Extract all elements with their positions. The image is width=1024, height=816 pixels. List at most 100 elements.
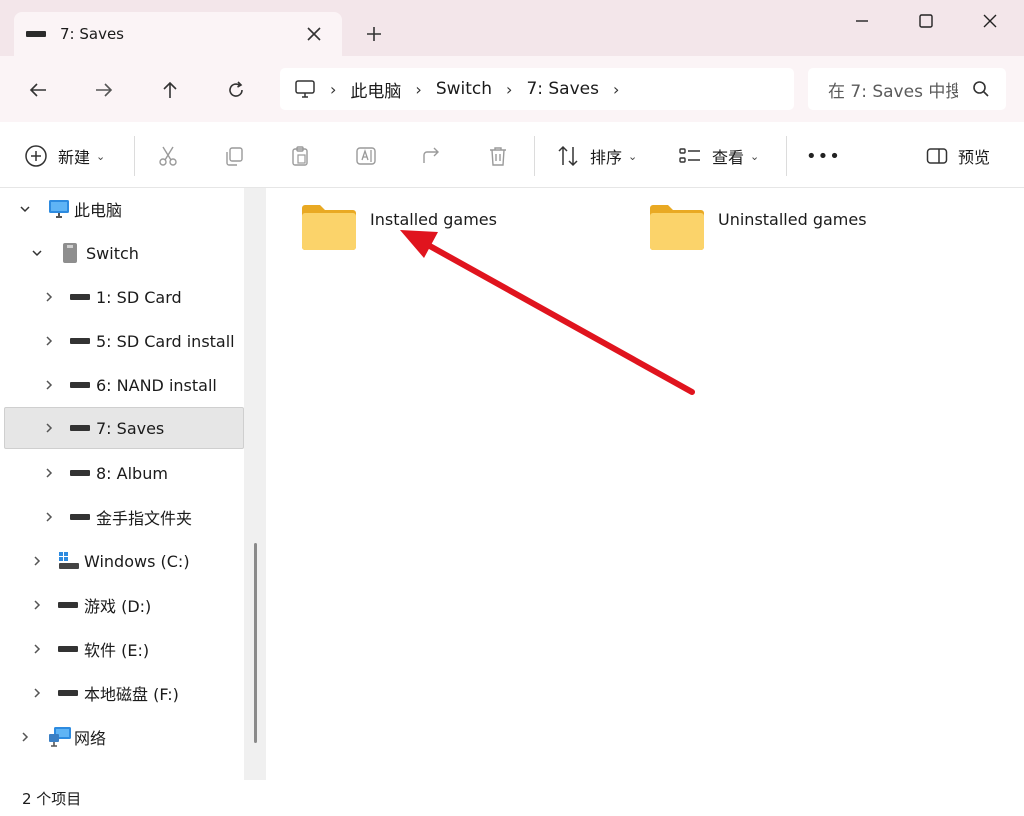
paste-button[interactable] (284, 140, 316, 172)
share-button[interactable] (416, 140, 448, 172)
folder-uninstalled-games[interactable]: Uninstalled games (648, 202, 867, 252)
drive-icon (70, 425, 90, 431)
command-bar: 新建 ⌄ 排序 ⌄ 查看 ⌄ ••• 预览 (0, 122, 1024, 188)
drive-icon (70, 294, 90, 300)
rename-button[interactable] (350, 140, 382, 172)
navigation-pane: 此电脑 Switch 1: SD Card 5: SD Card install… (0, 188, 266, 780)
sidebar-item-cheats-folder[interactable]: 金手指文件夹 (4, 496, 244, 538)
item-count: 2 个项目 (22, 790, 82, 808)
arrow-left-icon (29, 83, 46, 97)
search-box[interactable]: 在 7: Saves 中搜索 (808, 68, 1006, 110)
up-button[interactable] (154, 74, 186, 106)
chevron-right-icon[interactable] (42, 334, 56, 348)
sidebar-item-sd-card-install[interactable]: 5: SD Card install (4, 320, 244, 362)
sidebar-item-nand-install[interactable]: 6: NAND install (4, 364, 244, 406)
new-tab-button[interactable] (360, 20, 388, 48)
close-icon (983, 14, 997, 28)
close-window-button[interactable] (970, 6, 1010, 36)
sidebar-item-label: 1: SD Card (96, 287, 182, 307)
drive-icon (70, 514, 90, 520)
new-button[interactable]: 新建 ⌄ (24, 140, 105, 172)
rename-icon (356, 147, 376, 165)
chevron-right-icon[interactable] (42, 378, 56, 392)
forward-button[interactable] (88, 74, 120, 106)
sort-button[interactable]: 排序 ⌄ (556, 140, 637, 172)
chevron-right-icon[interactable]: › (613, 80, 619, 99)
more-icon: ••• (806, 145, 841, 167)
maximize-button[interactable] (906, 6, 946, 36)
chevron-right-icon[interactable] (30, 686, 44, 700)
breadcrumb-saves[interactable]: 7: Saves (526, 79, 599, 99)
chevron-down-icon: ⌄ (750, 149, 760, 163)
sidebar-item-label: 此电脑 (74, 201, 123, 220)
file-explorer-window: 7: Saves › 此电脑 › Switch › 7: Saves › 在 7… (0, 0, 1024, 816)
sidebar-item-sd-card[interactable]: 1: SD Card (4, 276, 244, 318)
clipboard-icon (292, 146, 308, 166)
plus-circle-icon (25, 145, 47, 167)
sidebar-item-saves[interactable]: 7: Saves (4, 407, 244, 449)
file-list: Installed games Uninstalled games (266, 188, 1024, 780)
maximize-icon (919, 14, 933, 28)
switch-drive-icon (63, 243, 77, 263)
sidebar-item-games-d[interactable]: 游戏 (D:) (4, 584, 244, 626)
sidebar-item-software-e[interactable]: 软件 (E:) (4, 628, 244, 670)
address-bar[interactable]: › 此电脑 › Switch › 7: Saves › (280, 68, 794, 110)
folder-installed-games[interactable]: Installed games (300, 202, 497, 252)
sidebar-item-network[interactable]: 网络 (4, 716, 244, 758)
sidebar-item-label: 本地磁盘 (F:) (84, 685, 179, 704)
chevron-down-icon[interactable] (30, 246, 44, 260)
chevron-down-icon[interactable] (18, 202, 32, 216)
sort-icon (558, 145, 578, 167)
back-button[interactable] (22, 74, 54, 106)
close-tab-button[interactable] (302, 22, 326, 46)
sidebar-scrollbar[interactable] (254, 543, 257, 743)
windows-drive-icon (59, 552, 79, 569)
drive-icon (58, 646, 78, 652)
delete-button[interactable] (482, 140, 514, 172)
chevron-right-icon[interactable] (42, 510, 56, 524)
chevron-right-icon[interactable] (42, 421, 56, 435)
sidebar-item-album[interactable]: 8: Album (4, 452, 244, 494)
sort-label: 排序 (590, 148, 623, 167)
minimize-button[interactable] (842, 6, 882, 36)
scissors-icon (159, 146, 177, 166)
chevron-right-icon[interactable] (42, 290, 56, 304)
sidebar-item-windows-c[interactable]: Windows (C:) (4, 540, 244, 582)
refresh-icon (229, 81, 243, 97)
breadcrumb-this-pc[interactable]: 此电脑 (350, 77, 401, 102)
sidebar-item-label: 5: SD Card install (96, 331, 235, 351)
copy-button[interactable] (218, 140, 250, 172)
folder-icon (650, 205, 704, 250)
separator (786, 136, 787, 176)
chevron-right-icon[interactable]: › (506, 80, 512, 99)
new-label: 新建 (58, 148, 91, 167)
chevron-right-icon[interactable] (18, 730, 32, 744)
refresh-button[interactable] (220, 74, 252, 106)
chevron-right-icon[interactable] (30, 554, 44, 568)
breadcrumb-switch[interactable]: Switch (436, 79, 492, 99)
plus-icon (367, 27, 381, 41)
chevron-right-icon[interactable] (30, 642, 44, 656)
chevron-right-icon[interactable]: › (415, 80, 421, 99)
more-options-button[interactable]: ••• (806, 140, 841, 172)
preview-pane-icon (926, 148, 948, 164)
chevron-right-icon[interactable] (30, 598, 44, 612)
sidebar-item-label: 软件 (E:) (84, 641, 150, 660)
chevron-right-icon[interactable] (42, 466, 56, 480)
tab-saves[interactable]: 7: Saves (14, 12, 342, 56)
sidebar-item-this-pc[interactable]: 此电脑 (4, 188, 244, 230)
sidebar-item-label: 网络 (74, 729, 107, 748)
preview-button[interactable]: 预览 (926, 140, 990, 172)
copy-icon (226, 147, 243, 166)
search-icon (973, 81, 989, 97)
view-button[interactable]: 查看 ⌄ (678, 140, 759, 172)
pc-icon (295, 80, 315, 98)
cut-button[interactable] (152, 140, 184, 172)
separator (534, 136, 535, 176)
view-label: 查看 (712, 148, 745, 167)
sidebar-item-local-disk-f[interactable]: 本地磁盘 (F:) (4, 672, 244, 714)
sidebar-item-switch[interactable]: Switch (4, 232, 244, 274)
view-list-icon (679, 148, 700, 163)
chevron-right-icon[interactable]: › (330, 80, 336, 99)
sidebar-item-label: Windows (C:) (84, 551, 190, 571)
